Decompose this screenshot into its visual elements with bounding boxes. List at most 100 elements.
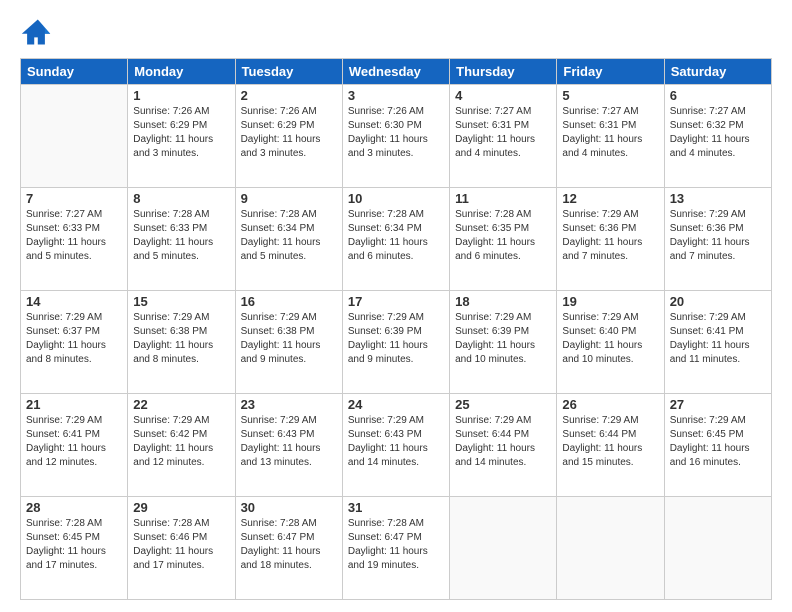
- day-cell: 5 Sunrise: 7:27 AM Sunset: 6:31 PM Daylig…: [557, 85, 664, 188]
- day-cell: 17 Sunrise: 7:29 AM Sunset: 6:39 PM Dayli…: [342, 291, 449, 394]
- day-info: Sunrise: 7:28 AM Sunset: 6:47 PM Dayligh…: [241, 517, 337, 573]
- day-number: 4: [455, 88, 551, 103]
- day-number: 23: [241, 397, 337, 412]
- day-info: Sunrise: 7:28 AM Sunset: 6:33 PM Dayligh…: [133, 208, 229, 264]
- day-header-friday: Friday: [557, 59, 664, 85]
- day-info: Sunrise: 7:29 AM Sunset: 6:38 PM Dayligh…: [133, 311, 229, 367]
- week-row-3: 14 Sunrise: 7:29 AM Sunset: 6:37 PM Dayli…: [21, 291, 772, 394]
- day-number: 13: [670, 191, 766, 206]
- day-info: Sunrise: 7:29 AM Sunset: 6:41 PM Dayligh…: [26, 414, 122, 470]
- day-info: Sunrise: 7:28 AM Sunset: 6:45 PM Dayligh…: [26, 517, 122, 573]
- day-cell: 8 Sunrise: 7:28 AM Sunset: 6:33 PM Daylig…: [128, 188, 235, 291]
- week-row-5: 28 Sunrise: 7:28 AM Sunset: 6:45 PM Dayli…: [21, 497, 772, 600]
- day-cell: 30 Sunrise: 7:28 AM Sunset: 6:47 PM Dayli…: [235, 497, 342, 600]
- day-number: 18: [455, 294, 551, 309]
- day-cell: 2Sunrise: 7:26 AM Sunset: 6:29 PM Daylig…: [235, 85, 342, 188]
- day-number: 8: [133, 191, 229, 206]
- day-number: 3: [348, 88, 444, 103]
- day-info: Sunrise: 7:29 AM Sunset: 6:45 PM Dayligh…: [670, 414, 766, 470]
- day-number: 6: [670, 88, 766, 103]
- day-info: Sunrise: 7:29 AM Sunset: 6:39 PM Dayligh…: [455, 311, 551, 367]
- day-number: 21: [26, 397, 122, 412]
- day-info: Sunrise: 7:27 AM Sunset: 6:31 PM Dayligh…: [562, 105, 658, 161]
- day-cell: 29Sunrise: 7:28 AM Sunset: 6:46 PM Dayli…: [128, 497, 235, 600]
- week-row-4: 21 Sunrise: 7:29 AM Sunset: 6:41 PM Dayli…: [21, 394, 772, 497]
- day-info: Sunrise: 7:29 AM Sunset: 6:44 PM Dayligh…: [455, 414, 551, 470]
- day-info: Sunrise: 7:29 AM Sunset: 6:36 PM Dayligh…: [562, 208, 658, 264]
- day-cell: 25 Sunrise: 7:29 AM Sunset: 6:44 PM Dayli…: [450, 394, 557, 497]
- week-row-1: 1Sunrise: 7:26 AM Sunset: 6:29 PM Daylig…: [21, 85, 772, 188]
- day-cell: 28 Sunrise: 7:28 AM Sunset: 6:45 PM Dayli…: [21, 497, 128, 600]
- day-number: 19: [562, 294, 658, 309]
- page: SundayMondayTuesdayWednesdayThursdayFrid…: [0, 0, 792, 612]
- day-info: Sunrise: 7:29 AM Sunset: 6:40 PM Dayligh…: [562, 311, 658, 367]
- day-cell: 18 Sunrise: 7:29 AM Sunset: 6:39 PM Dayli…: [450, 291, 557, 394]
- day-info: Sunrise: 7:28 AM Sunset: 6:34 PM Dayligh…: [241, 208, 337, 264]
- day-number: 16: [241, 294, 337, 309]
- day-info: Sunrise: 7:28 AM Sunset: 6:35 PM Dayligh…: [455, 208, 551, 264]
- day-cell: [21, 85, 128, 188]
- header: [20, 16, 772, 48]
- day-number: 14: [26, 294, 122, 309]
- day-info: Sunrise: 7:29 AM Sunset: 6:38 PM Dayligh…: [241, 311, 337, 367]
- day-info: Sunrise: 7:29 AM Sunset: 6:43 PM Dayligh…: [241, 414, 337, 470]
- day-cell: 15 Sunrise: 7:29 AM Sunset: 6:38 PM Dayli…: [128, 291, 235, 394]
- day-header-monday: Monday: [128, 59, 235, 85]
- day-info: Sunrise: 7:28 AM Sunset: 6:46 PM Dayligh…: [133, 517, 229, 573]
- day-number: 26: [562, 397, 658, 412]
- day-cell: 12 Sunrise: 7:29 AM Sunset: 6:36 PM Dayli…: [557, 188, 664, 291]
- day-cell: 14 Sunrise: 7:29 AM Sunset: 6:37 PM Dayli…: [21, 291, 128, 394]
- day-info: Sunrise: 7:29 AM Sunset: 6:42 PM Dayligh…: [133, 414, 229, 470]
- day-number: 20: [670, 294, 766, 309]
- week-row-2: 7 Sunrise: 7:27 AM Sunset: 6:33 PM Daylig…: [21, 188, 772, 291]
- day-info: Sunrise: 7:28 AM Sunset: 6:34 PM Dayligh…: [348, 208, 444, 264]
- day-cell: 1Sunrise: 7:26 AM Sunset: 6:29 PM Daylig…: [128, 85, 235, 188]
- day-cell: 31 Sunrise: 7:28 AM Sunset: 6:47 PM Dayli…: [342, 497, 449, 600]
- day-number: 17: [348, 294, 444, 309]
- day-header-wednesday: Wednesday: [342, 59, 449, 85]
- day-number: 27: [670, 397, 766, 412]
- day-info: Sunrise: 7:26 AM Sunset: 6:29 PM Dayligh…: [133, 105, 229, 161]
- day-cell: 24Sunrise: 7:29 AM Sunset: 6:43 PM Dayli…: [342, 394, 449, 497]
- day-number: 12: [562, 191, 658, 206]
- day-cell: 11Sunrise: 7:28 AM Sunset: 6:35 PM Dayli…: [450, 188, 557, 291]
- day-info: Sunrise: 7:28 AM Sunset: 6:47 PM Dayligh…: [348, 517, 444, 573]
- day-number: 7: [26, 191, 122, 206]
- day-info: Sunrise: 7:29 AM Sunset: 6:44 PM Dayligh…: [562, 414, 658, 470]
- day-number: 28: [26, 500, 122, 515]
- day-info: Sunrise: 7:26 AM Sunset: 6:29 PM Dayligh…: [241, 105, 337, 161]
- day-cell: [557, 497, 664, 600]
- day-info: Sunrise: 7:26 AM Sunset: 6:30 PM Dayligh…: [348, 105, 444, 161]
- day-cell: 23 Sunrise: 7:29 AM Sunset: 6:43 PM Dayli…: [235, 394, 342, 497]
- day-cell: 19 Sunrise: 7:29 AM Sunset: 6:40 PM Dayli…: [557, 291, 664, 394]
- day-number: 5: [562, 88, 658, 103]
- day-cell: 16 Sunrise: 7:29 AM Sunset: 6:38 PM Dayli…: [235, 291, 342, 394]
- day-number: 10: [348, 191, 444, 206]
- day-info: Sunrise: 7:27 AM Sunset: 6:33 PM Dayligh…: [26, 208, 122, 264]
- day-header-thursday: Thursday: [450, 59, 557, 85]
- day-info: Sunrise: 7:27 AM Sunset: 6:32 PM Dayligh…: [670, 105, 766, 161]
- day-number: 22: [133, 397, 229, 412]
- day-info: Sunrise: 7:29 AM Sunset: 6:43 PM Dayligh…: [348, 414, 444, 470]
- calendar-table: SundayMondayTuesdayWednesdayThursdayFrid…: [20, 58, 772, 600]
- day-cell: 10 Sunrise: 7:28 AM Sunset: 6:34 PM Dayli…: [342, 188, 449, 291]
- day-number: 30: [241, 500, 337, 515]
- day-info: Sunrise: 7:27 AM Sunset: 6:31 PM Dayligh…: [455, 105, 551, 161]
- day-number: 31: [348, 500, 444, 515]
- day-cell: 27 Sunrise: 7:29 AM Sunset: 6:45 PM Dayli…: [664, 394, 771, 497]
- day-info: Sunrise: 7:29 AM Sunset: 6:37 PM Dayligh…: [26, 311, 122, 367]
- day-number: 9: [241, 191, 337, 206]
- day-header-saturday: Saturday: [664, 59, 771, 85]
- day-cell: 3 Sunrise: 7:26 AM Sunset: 6:30 PM Daylig…: [342, 85, 449, 188]
- day-number: 15: [133, 294, 229, 309]
- day-cell: 13Sunrise: 7:29 AM Sunset: 6:36 PM Dayli…: [664, 188, 771, 291]
- day-cell: 21 Sunrise: 7:29 AM Sunset: 6:41 PM Dayli…: [21, 394, 128, 497]
- day-cell: 4 Sunrise: 7:27 AM Sunset: 6:31 PM Daylig…: [450, 85, 557, 188]
- day-cell: 26 Sunrise: 7:29 AM Sunset: 6:44 PM Dayli…: [557, 394, 664, 497]
- header-row: SundayMondayTuesdayWednesdayThursdayFrid…: [21, 59, 772, 85]
- day-cell: [450, 497, 557, 600]
- day-number: 25: [455, 397, 551, 412]
- day-info: Sunrise: 7:29 AM Sunset: 6:39 PM Dayligh…: [348, 311, 444, 367]
- day-header-tuesday: Tuesday: [235, 59, 342, 85]
- day-header-sunday: Sunday: [21, 59, 128, 85]
